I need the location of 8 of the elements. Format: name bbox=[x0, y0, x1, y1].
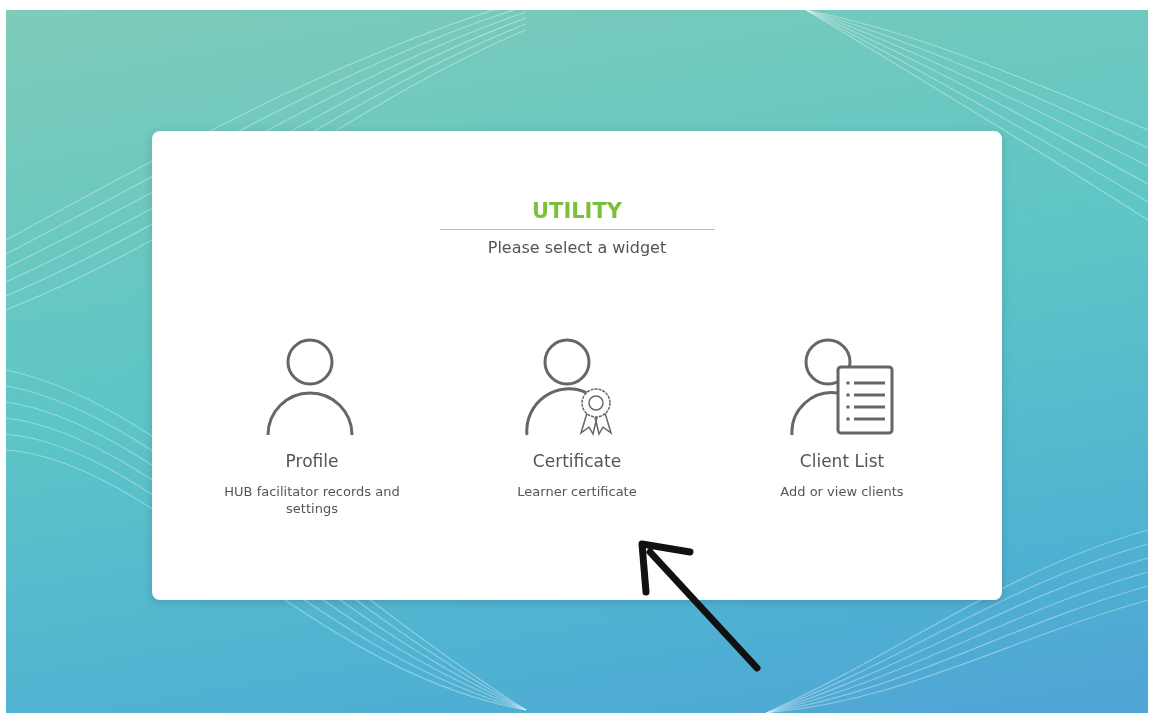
dialog-subtitle: Please select a widget bbox=[487, 238, 667, 257]
widget-label[interactable]: Certificate bbox=[532, 451, 622, 471]
widget-label[interactable]: Client List bbox=[799, 451, 885, 471]
widget-description: HUB facilitator records and settings bbox=[223, 483, 401, 517]
widget-description: Learner certificate bbox=[517, 483, 637, 500]
dialog-title: UTILITY bbox=[439, 199, 715, 230]
widget-label[interactable]: Profile bbox=[285, 451, 339, 471]
widget-description: Add or view clients bbox=[780, 483, 904, 500]
